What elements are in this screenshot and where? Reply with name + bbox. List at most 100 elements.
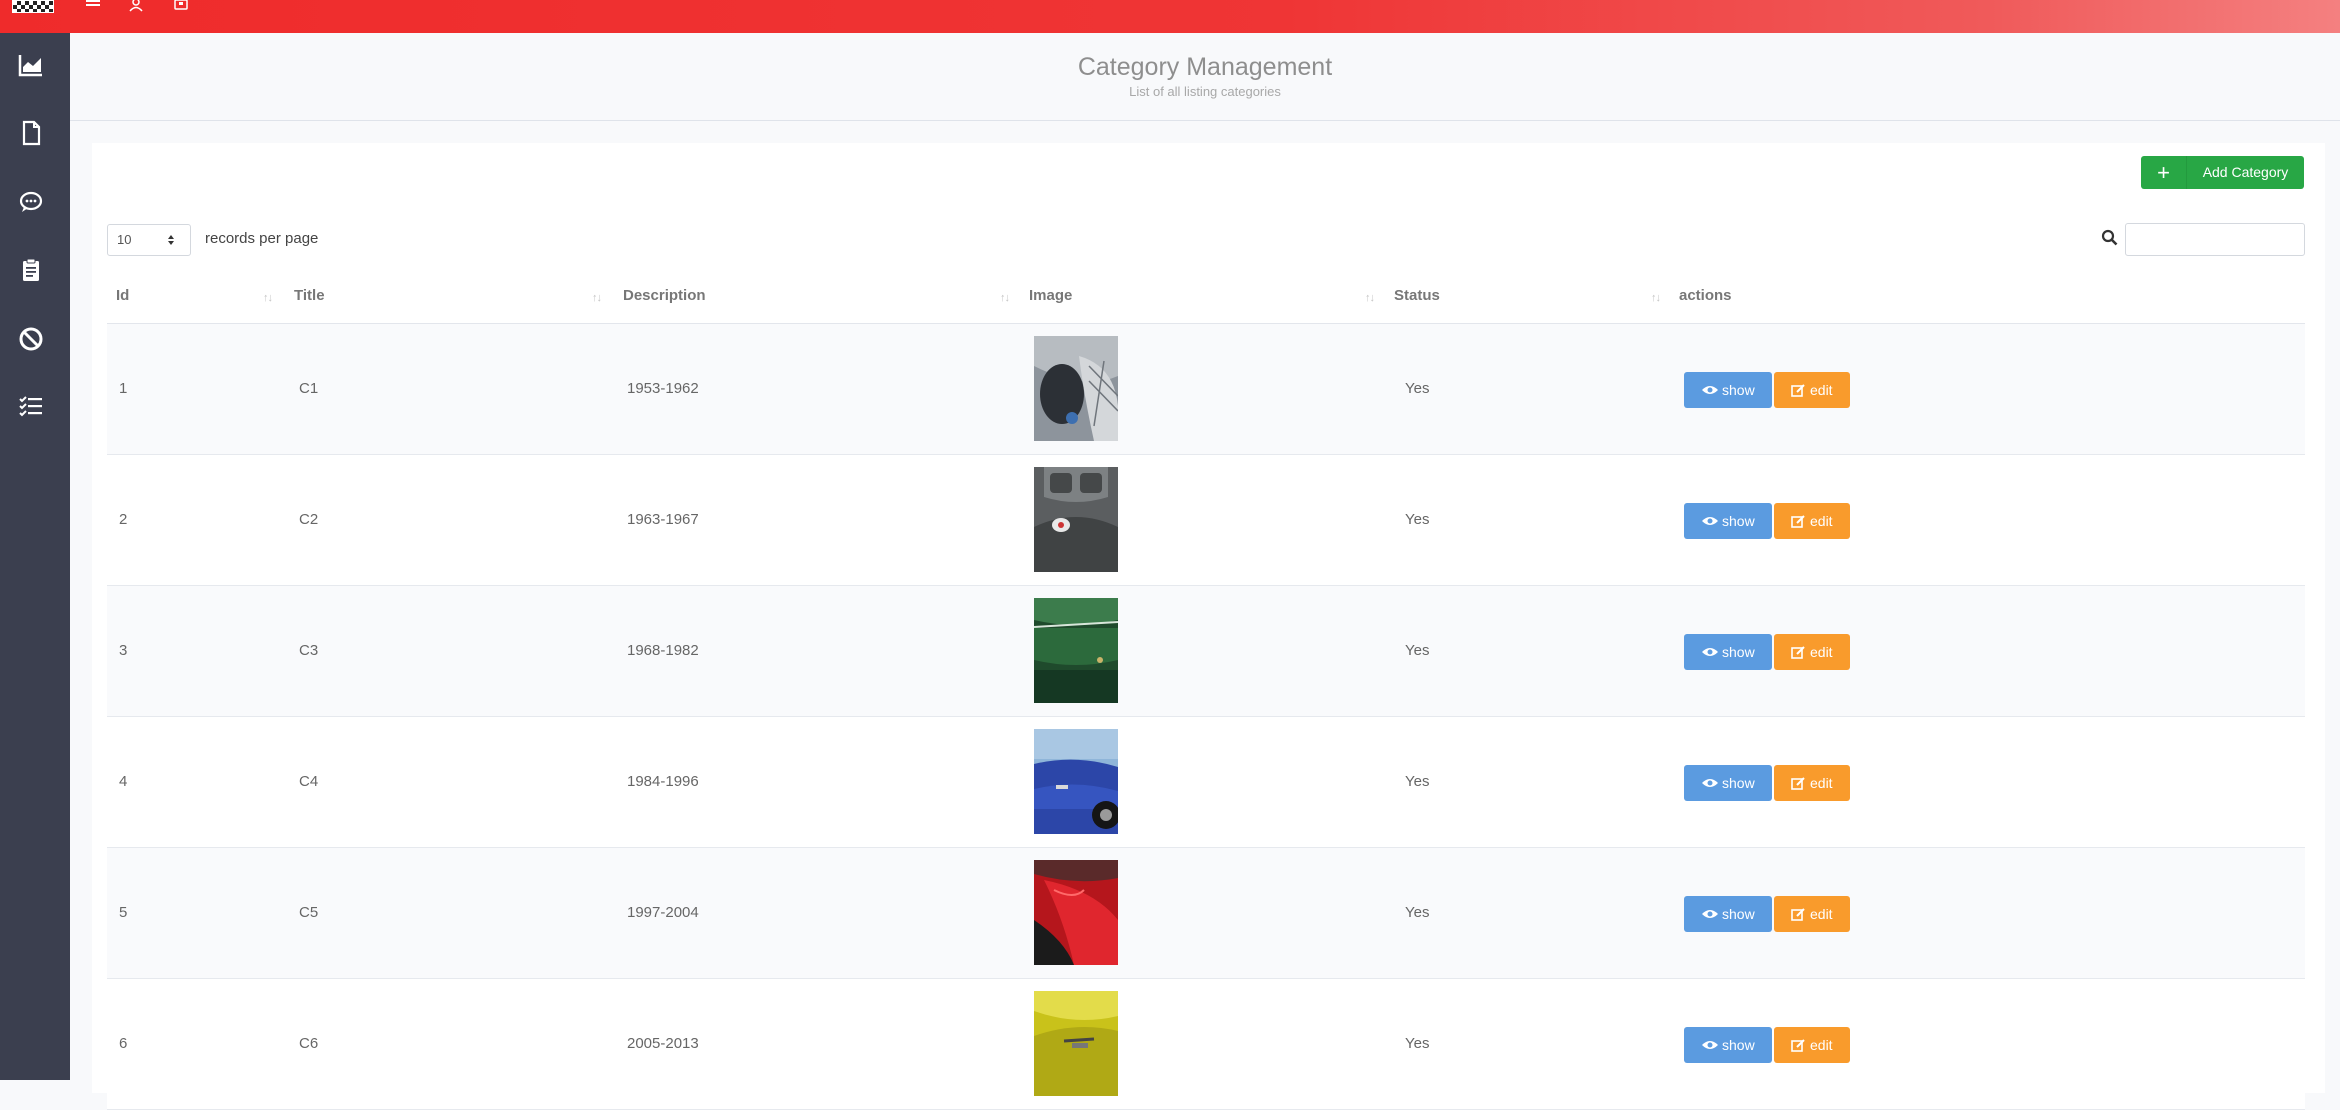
- ban-icon[interactable]: [17, 325, 45, 353]
- edit-icon: [1791, 515, 1805, 528]
- add-category-label: Add Category: [2202, 164, 2289, 180]
- sort-asc-icon[interactable]: ↑↓: [263, 292, 273, 304]
- show-label: show: [1722, 775, 1755, 791]
- search-input[interactable]: [2125, 223, 2305, 256]
- page-subtitle: List of all listing categories: [1129, 84, 1281, 99]
- add-category-button[interactable]: + Add Category: [2141, 156, 2304, 189]
- cell-description: 1953-1962: [627, 380, 699, 397]
- category-thumbnail: [1034, 336, 1118, 441]
- cell-description: 2005-2013: [627, 1035, 699, 1052]
- category-thumbnail: [1034, 467, 1118, 572]
- table-row: 1 C1 1953-1962 Yes show edit: [107, 324, 2305, 455]
- checkered-flag-logo[interactable]: [12, 0, 54, 13]
- square-icon[interactable]: [174, 0, 192, 12]
- sort-icon[interactable]: ↑↓: [1365, 292, 1375, 304]
- page-header: Category Management List of all listing …: [70, 33, 2340, 121]
- edit-label: edit: [1810, 906, 1833, 922]
- tasks-icon[interactable]: [17, 393, 45, 421]
- table-row: 2 C2 1963-1967 Yes show edit: [107, 455, 2305, 586]
- file-icon[interactable]: [17, 119, 45, 147]
- area-chart-icon[interactable]: [17, 51, 45, 79]
- cell-title: C3: [299, 642, 319, 659]
- clipboard-icon[interactable]: [17, 256, 45, 284]
- cell-title: C1: [299, 380, 319, 397]
- edit-button[interactable]: edit: [1774, 1027, 1850, 1063]
- show-label: show: [1722, 1037, 1755, 1053]
- show-label: show: [1722, 513, 1755, 529]
- sort-icon[interactable]: ↑↓: [1651, 292, 1661, 304]
- eye-icon: [1702, 386, 1718, 394]
- cell-status: Yes: [1405, 1035, 1430, 1052]
- edit-label: edit: [1810, 1037, 1833, 1053]
- categories-table: Id ↑↓ Title ↑↓ Description ↑↓ Image ↑↓ S…: [107, 270, 2305, 1110]
- column-header-description[interactable]: Description: [623, 287, 706, 304]
- cell-id: 6: [119, 1035, 128, 1052]
- edit-icon: [1791, 1039, 1805, 1052]
- cell-id: 2: [119, 511, 128, 528]
- eye-icon: [1702, 779, 1718, 787]
- column-header-image[interactable]: Image: [1029, 287, 1072, 304]
- table-row: 3 C3 1968-1982 Yes show edit: [107, 586, 2305, 717]
- show-label: show: [1722, 906, 1755, 922]
- edit-button[interactable]: edit: [1774, 503, 1850, 539]
- cell-title: C2: [299, 511, 319, 528]
- edit-button[interactable]: edit: [1774, 765, 1850, 801]
- cell-description: 1963-1967: [627, 511, 699, 528]
- show-button[interactable]: show: [1684, 765, 1772, 801]
- edit-icon: [1791, 777, 1805, 790]
- show-label: show: [1722, 644, 1755, 660]
- category-thumbnail: [1034, 991, 1118, 1096]
- show-button[interactable]: show: [1684, 372, 1772, 408]
- cell-description: 1997-2004: [627, 904, 699, 921]
- cell-id: 1: [119, 380, 128, 397]
- eye-icon: [1702, 517, 1718, 525]
- cell-status: Yes: [1405, 380, 1430, 397]
- edit-button[interactable]: edit: [1774, 896, 1850, 932]
- records-per-page-value: 10: [117, 232, 132, 247]
- cell-title: C4: [299, 773, 319, 790]
- edit-button[interactable]: edit: [1774, 372, 1850, 408]
- show-button[interactable]: show: [1684, 503, 1772, 539]
- show-button[interactable]: show: [1684, 634, 1772, 670]
- records-per-page-select[interactable]: 10: [107, 224, 191, 256]
- comment-icon[interactable]: [17, 188, 45, 216]
- edit-label: edit: [1810, 644, 1833, 660]
- eye-icon: [1702, 648, 1718, 656]
- records-per-page-label: records per page: [205, 230, 319, 247]
- cell-title: C5: [299, 904, 319, 921]
- category-thumbnail: [1034, 598, 1118, 703]
- top-navbar: [0, 0, 2340, 33]
- eye-icon: [1702, 910, 1718, 918]
- edit-label: edit: [1810, 382, 1833, 398]
- column-header-actions: actions: [1679, 287, 1732, 304]
- table-header: Id ↑↓ Title ↑↓ Description ↑↓ Image ↑↓ S…: [107, 270, 2305, 324]
- show-button[interactable]: show: [1684, 1027, 1772, 1063]
- sort-icon[interactable]: ↑↓: [592, 292, 602, 304]
- edit-icon: [1791, 384, 1805, 397]
- user-icon[interactable]: [128, 0, 146, 12]
- category-thumbnail: [1034, 860, 1118, 965]
- menu-icon[interactable]: [86, 0, 104, 12]
- cell-status: Yes: [1405, 773, 1430, 790]
- sort-arrows-icon: [168, 235, 174, 245]
- edit-icon: [1791, 646, 1805, 659]
- cell-status: Yes: [1405, 511, 1430, 528]
- table-row: 4 C4 1984-1996 Yes show edit: [107, 717, 2305, 848]
- show-label: show: [1722, 382, 1755, 398]
- page-title: Category Management: [1077, 53, 1333, 81]
- plus-icon: +: [2141, 156, 2187, 189]
- column-header-title[interactable]: Title: [294, 287, 325, 304]
- sort-icon[interactable]: ↑↓: [1000, 292, 1010, 304]
- cell-id: 4: [119, 773, 128, 790]
- cell-title: C6: [299, 1035, 319, 1052]
- cell-status: Yes: [1405, 642, 1430, 659]
- column-header-status[interactable]: Status: [1394, 287, 1440, 304]
- cell-id: 5: [119, 904, 128, 921]
- column-header-id[interactable]: Id: [116, 287, 129, 304]
- edit-icon: [1791, 908, 1805, 921]
- show-button[interactable]: show: [1684, 896, 1772, 932]
- edit-button[interactable]: edit: [1774, 634, 1850, 670]
- edit-label: edit: [1810, 513, 1833, 529]
- table-row: 5 C5 1997-2004 Yes show edit: [107, 848, 2305, 979]
- sidebar: [0, 33, 70, 1080]
